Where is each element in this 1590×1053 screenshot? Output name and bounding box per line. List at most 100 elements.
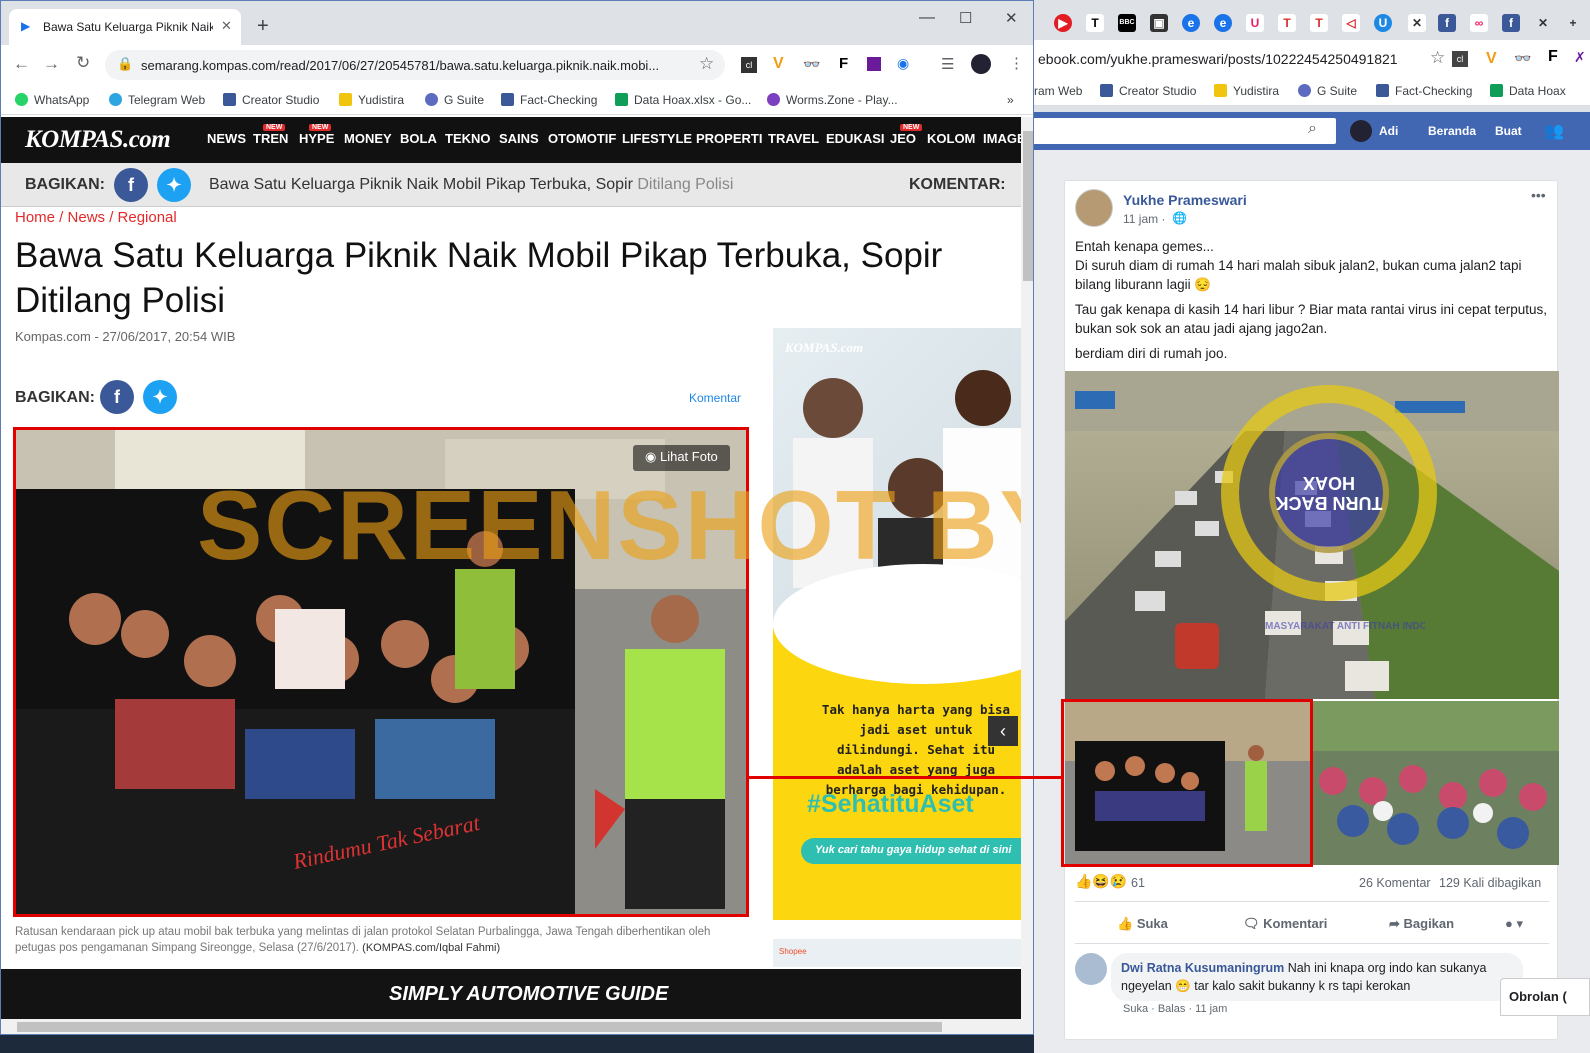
extension-icon[interactable] xyxy=(867,57,881,71)
facebook-icon[interactable]: f xyxy=(1502,14,1520,32)
comments-count[interactable]: 26 Komentar xyxy=(1359,876,1431,890)
comment-button[interactable]: 🗨 Komentari xyxy=(1243,916,1327,932)
bookmarks-overflow[interactable]: » xyxy=(1007,93,1014,107)
nav-item-tren[interactable]: TREN NEW xyxy=(253,124,288,146)
minimize-icon[interactable]: — xyxy=(919,9,935,27)
nav-item-kolom[interactable]: KOLOM xyxy=(927,131,975,146)
nav-item-image[interactable]: IMAGE xyxy=(983,131,1026,146)
comment-author[interactable]: Dwi Ratna Kusumaningrum xyxy=(1121,961,1284,975)
bookmark-worms-zone[interactable]: Worms.Zone - Play... xyxy=(767,93,898,107)
bookmark-telegram[interactable]: Telegram Web xyxy=(109,93,205,107)
url-text[interactable]: semarang.kompas.com/read/2017/06/27/2054… xyxy=(141,58,659,73)
audience-selector[interactable]: ● ▾ xyxy=(1505,916,1523,932)
comment-actions[interactable]: Suka · Balas · 11 jam xyxy=(1123,1003,1227,1015)
browser-tab[interactable]: ▶ Bawa Satu Keluarga Piknik Naik M ✕ xyxy=(9,9,241,45)
close-window-icon[interactable]: ✕ xyxy=(1005,9,1018,27)
f-icon[interactable]: F xyxy=(1548,48,1558,66)
globe-icon[interactable]: U xyxy=(1374,14,1392,32)
fb-url[interactable]: ebook.com/yukhe.prameswari/posts/1022245… xyxy=(1038,51,1398,67)
bookmark-gsuite[interactable]: G Suite xyxy=(425,93,484,107)
extension-icon[interactable]: cl xyxy=(1452,51,1468,67)
f-icon[interactable]: F xyxy=(839,55,848,72)
nav-item-money[interactable]: MONEY xyxy=(344,131,392,146)
reload-icon[interactable]: ↻ xyxy=(76,53,90,73)
fb-address-bar[interactable]: ebook.com/yukhe.prameswari/posts/1022245… xyxy=(1034,40,1590,76)
bookmark-data-hoax[interactable]: Data Hoax.xlsx - Go... xyxy=(615,93,751,107)
back-icon[interactable]: ← xyxy=(13,54,30,74)
extension-icon[interactable]: cl xyxy=(741,57,757,73)
bookmark-whatsapp[interactable]: WhatsApp xyxy=(15,93,89,107)
fb-search-input[interactable] xyxy=(1034,118,1336,144)
nav-item-news[interactable]: NEWS xyxy=(207,131,246,146)
menu-icon[interactable]: ⋮ xyxy=(1009,54,1024,72)
vertical-scrollbar[interactable] xyxy=(1021,117,1033,1019)
horizontal-scrollbar[interactable] xyxy=(1,1019,1033,1034)
bookmark-gsuite[interactable]: G Suite xyxy=(1298,84,1357,98)
nav-item-lifestyle[interactable]: LIFESTYLE xyxy=(622,131,692,146)
glasses-icon[interactable]: 👓 xyxy=(1514,50,1531,67)
bookmark-fact-checking[interactable]: Fact-Checking xyxy=(501,93,597,107)
new-tab-icon[interactable]: + xyxy=(257,15,269,38)
fb-user-name[interactable]: Adi xyxy=(1379,124,1398,138)
commenter-avatar[interactable] xyxy=(1075,953,1107,985)
twitter-share-icon[interactable]: ✦ xyxy=(143,380,177,414)
nav-item-tekno[interactable]: TEKNO xyxy=(445,131,491,146)
shares-count[interactable]: 129 Kali dibagikan xyxy=(1439,876,1541,890)
bookmark-telegram[interactable]: ram Web xyxy=(1034,84,1082,98)
extension-icon[interactable]: ◉ xyxy=(897,55,909,72)
nav-item-bola[interactable]: BOLA xyxy=(400,131,437,146)
bookmark-creator-studio[interactable]: Creator Studio xyxy=(223,93,319,107)
arrow-icon[interactable]: ◁ xyxy=(1342,14,1360,32)
search-icon[interactable]: ⌕ xyxy=(1308,120,1317,138)
footer-banner[interactable]: SIMPLY AUTOMOTIVE GUIDE xyxy=(1,969,1021,1019)
twitter-share-icon[interactable]: ✦ xyxy=(157,168,191,202)
nav-item-otomotif[interactable]: OTOMOTIF xyxy=(548,131,616,146)
nav-item-edukasi[interactable]: EDUKASI xyxy=(826,131,885,146)
ad-cta-button[interactable]: Yuk cari tahu gaya hidup sehat di sini xyxy=(801,838,1021,864)
reactions-count[interactable]: 61 xyxy=(1131,876,1145,890)
post-author[interactable]: Yukhe Prameswari xyxy=(1123,192,1247,208)
nav-item-travel[interactable]: TRAVEL xyxy=(768,131,819,146)
edge-icon[interactable]: e xyxy=(1182,14,1200,32)
reaction-icons[interactable]: 👍😆😢 xyxy=(1075,873,1127,890)
scrollbar-thumb[interactable] xyxy=(1023,131,1033,281)
avatar[interactable] xyxy=(1350,120,1372,142)
t-icon[interactable]: T xyxy=(1278,14,1296,32)
fb-nav-create[interactable]: Buat xyxy=(1495,124,1522,138)
star-icon[interactable]: ☆ xyxy=(1430,48,1445,68)
fb-nav-home[interactable]: Beranda xyxy=(1428,124,1476,138)
glasses-icon[interactable]: 👓 xyxy=(803,56,820,73)
facebook-icon[interactable]: f xyxy=(1438,14,1456,32)
address-bar[interactable]: 🔒 semarang.kompas.com/read/2017/06/27/20… xyxy=(105,50,725,80)
bbc-icon[interactable]: BBC xyxy=(1118,14,1136,32)
post-time[interactable]: 11 jam · xyxy=(1123,212,1165,226)
forward-icon[interactable]: → xyxy=(43,54,60,74)
post-photo-highway[interactable]: TURN BACK HOAX MASYARAKAT ANTI FITNAH IN… xyxy=(1065,371,1559,699)
chevron-left-icon[interactable]: ‹ xyxy=(988,716,1018,746)
close-icon[interactable]: ✕ xyxy=(1408,14,1426,32)
like-button[interactable]: 👍 Suka xyxy=(1117,916,1168,932)
close-icon[interactable]: ✕ xyxy=(221,18,232,34)
reading-list-icon[interactable]: ☰ xyxy=(941,55,954,73)
u-icon[interactable]: U xyxy=(1246,14,1264,32)
link-icon[interactable]: ∞ xyxy=(1470,14,1488,32)
post-more-icon[interactable]: ••• xyxy=(1531,187,1546,203)
nav-item-jeo[interactable]: JEO NEW xyxy=(890,124,923,146)
t-icon[interactable]: T xyxy=(1310,14,1328,32)
nav-item-sains[interactable]: SAINS xyxy=(499,131,539,146)
new-tab-icon[interactable]: + xyxy=(1564,14,1582,32)
extension-icon[interactable]: ✗ xyxy=(1574,49,1586,66)
author-avatar[interactable] xyxy=(1075,189,1113,227)
bookmark-data-hoax[interactable]: Data Hoax xyxy=(1490,84,1566,98)
side-ad[interactable]: KOMPAS.com Tak hanya harta yang bisa jad… xyxy=(773,328,1021,920)
scrollbar-thumb[interactable] xyxy=(17,1022,942,1032)
kompas-logo[interactable]: KOMPAS.com xyxy=(25,126,171,154)
star-icon[interactable]: ☆ xyxy=(699,54,714,74)
breadcrumb[interactable]: Home / News / Regional xyxy=(15,209,177,226)
bookmark-fact-checking[interactable]: Fact-Checking xyxy=(1376,84,1472,98)
post-photo-crowd[interactable] xyxy=(1313,701,1559,865)
chat-button[interactable]: Obrolan ( xyxy=(1500,978,1590,1016)
nav-item-properti[interactable]: PROPERTI xyxy=(696,131,762,146)
edge-icon[interactable]: e xyxy=(1214,14,1232,32)
friends-icon[interactable]: 👥 xyxy=(1544,121,1564,141)
